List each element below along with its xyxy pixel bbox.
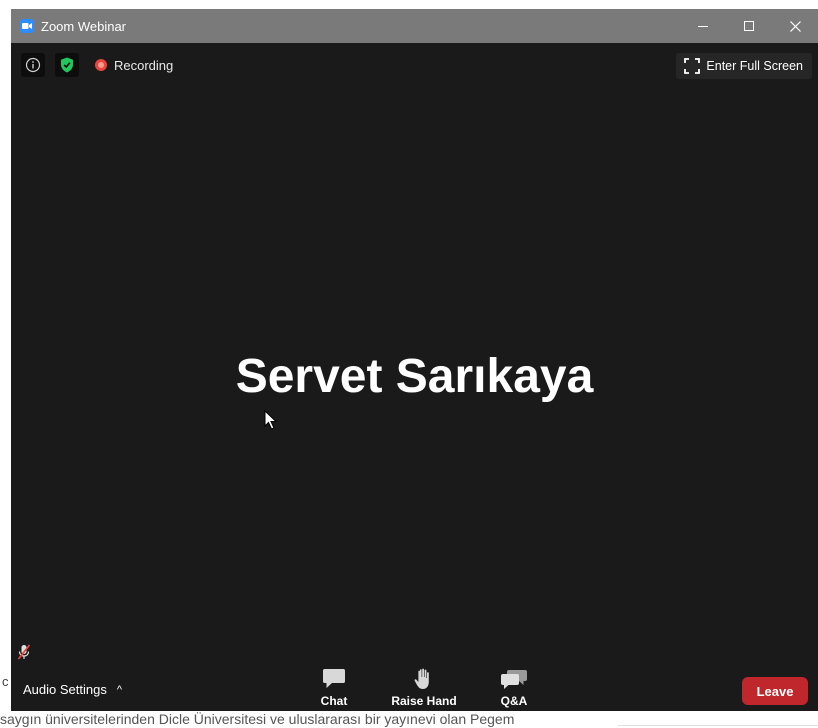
- background-text-fragment: c: [2, 674, 9, 689]
- fullscreen-label: Enter Full Screen: [706, 59, 803, 73]
- meeting-toolbar: Audio Settings ^ Chat Raise Hand Q&A Lea…: [11, 664, 818, 711]
- chat-button[interactable]: Chat: [299, 668, 369, 708]
- qa-icon: [500, 668, 528, 690]
- chevron-up-icon[interactable]: ^: [117, 684, 122, 696]
- hand-icon: [414, 668, 434, 690]
- close-button[interactable]: [772, 9, 818, 43]
- recording-dot-icon: [95, 59, 107, 71]
- background-divider: [618, 725, 818, 726]
- minimize-icon: [698, 26, 708, 27]
- security-button[interactable]: [55, 53, 79, 77]
- maximize-icon: [744, 21, 754, 31]
- recording-label: Recording: [114, 57, 174, 73]
- close-icon: [789, 20, 801, 32]
- background-page-text: saygın üniversitelerinden Dicle Üniversi…: [0, 712, 515, 727]
- recording-indicator[interactable]: Recording: [95, 55, 173, 75]
- raise-hand-button[interactable]: Raise Hand: [389, 668, 459, 708]
- shield-check-icon: [61, 57, 73, 73]
- info-icon: [25, 57, 41, 73]
- raise-hand-label: Raise Hand: [391, 694, 457, 708]
- muted-mic-icon: [15, 643, 33, 661]
- enter-full-screen-button[interactable]: Enter Full Screen: [676, 53, 812, 79]
- zoom-logo-icon: [20, 19, 34, 33]
- qa-label: Q&A: [500, 694, 528, 708]
- window-controls: [680, 9, 818, 43]
- meeting-info-button[interactable]: [21, 53, 45, 77]
- maximize-button[interactable]: [726, 9, 772, 43]
- minimize-button[interactable]: [680, 9, 726, 43]
- title-bar[interactable]: Zoom Webinar: [11, 9, 818, 43]
- qa-button[interactable]: Q&A: [479, 668, 549, 708]
- zoom-webinar-window: Zoom Webinar Recording Enter Full Screen…: [11, 9, 818, 711]
- chat-icon: [322, 668, 346, 690]
- active-speaker-name: Servet Sarıkaya: [235, 350, 594, 403]
- audio-settings-button[interactable]: Audio Settings ^: [23, 682, 122, 697]
- meeting-info-bar: Recording Enter Full Screen: [11, 43, 818, 87]
- chat-label: Chat: [320, 694, 348, 708]
- window-title: Zoom Webinar: [41, 18, 127, 34]
- audio-settings-label: Audio Settings: [23, 682, 107, 697]
- mouse-cursor-icon: [264, 410, 278, 430]
- fullscreen-icon: [684, 58, 701, 74]
- leave-button[interactable]: Leave: [742, 677, 808, 705]
